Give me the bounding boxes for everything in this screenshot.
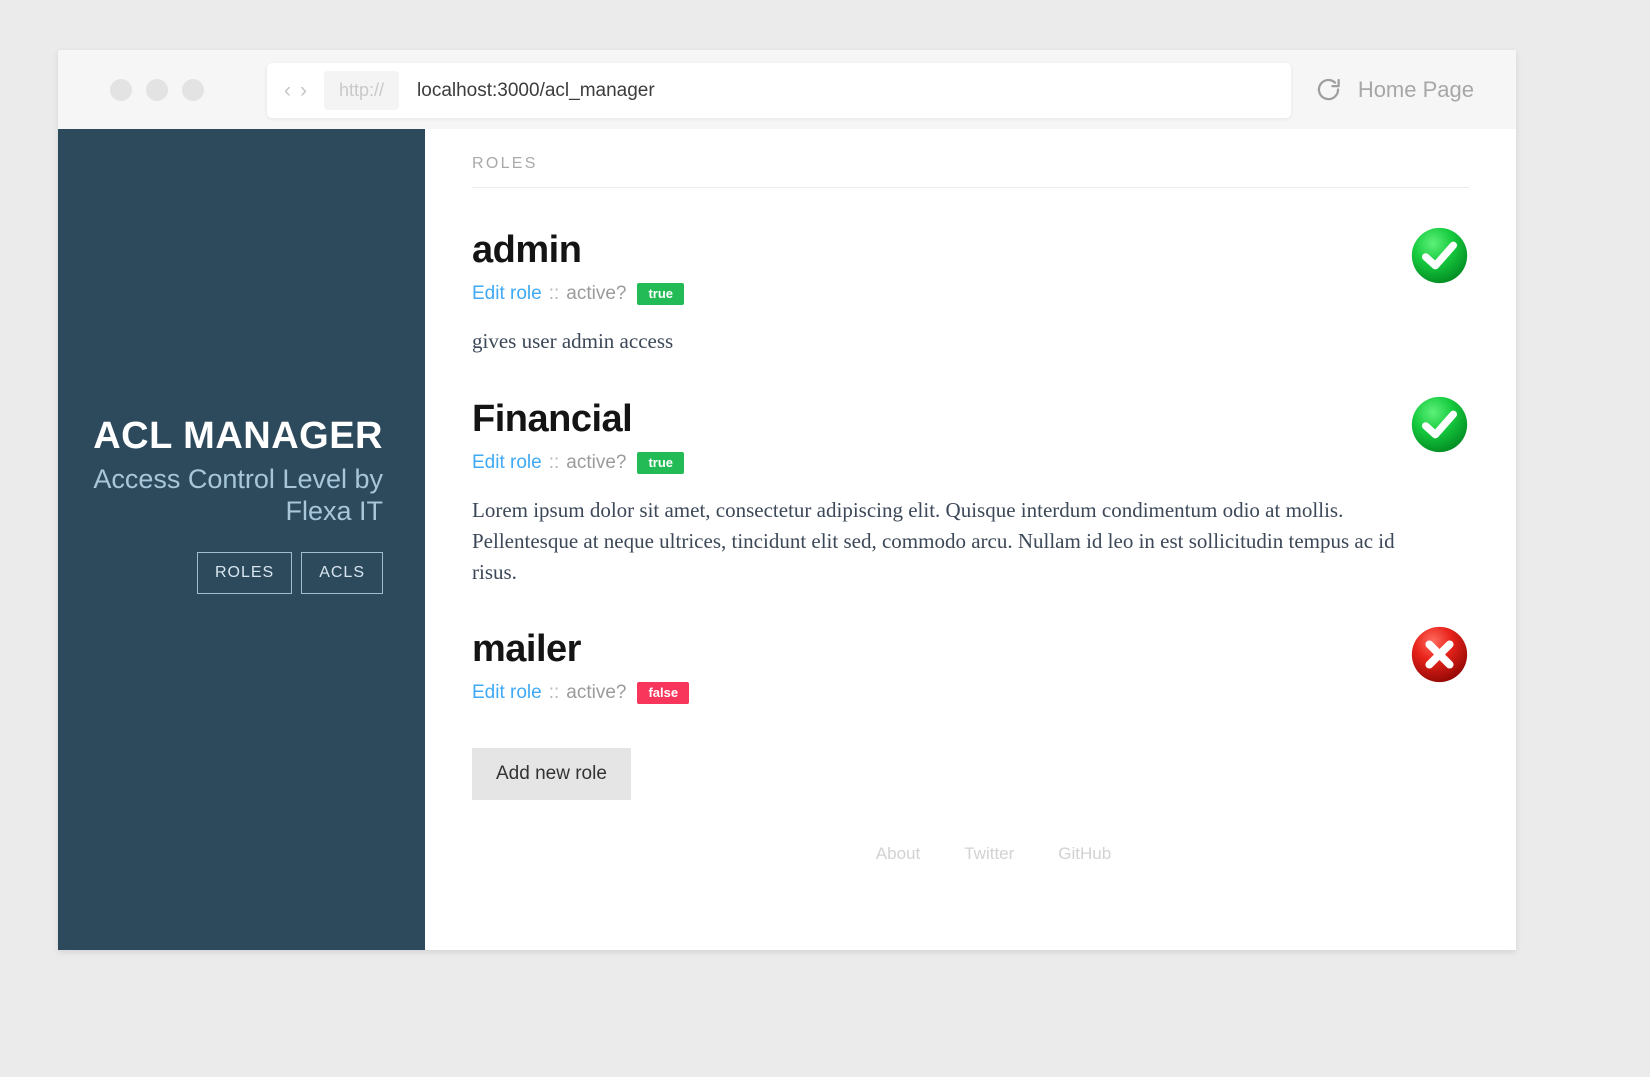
active-label: active? (566, 452, 626, 474)
sidebar-content: ACL MANAGER Access Control Level by Flex… (58, 416, 425, 594)
main-content: ROLES admin Edit role :: active? true gi… (425, 129, 1516, 950)
role-name: mailer (472, 628, 1469, 671)
active-label: active? (566, 283, 626, 305)
page-body: ACL MANAGER Access Control Level by Flex… (58, 129, 1516, 950)
sidebar-tagline: Access Control Level by Flexa IT (58, 464, 383, 528)
role-meta: Edit role :: active? true (472, 452, 1469, 474)
footer-link-twitter[interactable]: Twitter (964, 844, 1014, 864)
role-name: Financial (472, 398, 1469, 441)
status-badge: true (637, 452, 684, 474)
edit-role-link[interactable]: Edit role (472, 283, 542, 305)
page-title: ACL MANAGER (58, 416, 383, 458)
window-controls (110, 79, 204, 101)
role-meta: Edit role :: active? true (472, 283, 1469, 305)
meta-separator: :: (549, 452, 560, 474)
red-x-icon (1410, 625, 1469, 684)
role-name: admin (472, 229, 1469, 272)
footer: About Twitter GitHub (472, 844, 1469, 864)
green-check-icon (1410, 395, 1469, 454)
footer-link-github[interactable]: GitHub (1058, 844, 1111, 864)
status-badge: true (637, 283, 684, 305)
url-text[interactable]: localhost:3000/acl_manager (417, 80, 655, 102)
active-label: active? (566, 682, 626, 704)
edit-role-link[interactable]: Edit role (472, 452, 542, 474)
sidebar-nav: ROLES ACLS (58, 552, 383, 594)
status-badge: false (637, 682, 689, 704)
browser-window: ‹ › http:// localhost:3000/acl_manager H… (58, 50, 1516, 950)
meta-separator: :: (549, 682, 560, 704)
home-area: Home Page (1315, 50, 1516, 129)
add-role-wrap: Add new role (472, 748, 1469, 800)
back-arrow-icon[interactable]: ‹ (284, 80, 291, 101)
role-card: mailer Edit role :: active? false (472, 587, 1469, 704)
home-page-link[interactable]: Home Page (1358, 77, 1474, 103)
add-new-role-button[interactable]: Add new role (472, 748, 631, 800)
protocol-chip: http:// (324, 71, 399, 110)
forward-arrow-icon[interactable]: › (300, 80, 307, 101)
section-title-roles: ROLES (472, 129, 1469, 188)
footer-link-about[interactable]: About (876, 844, 920, 864)
browser-chrome: ‹ › http:// localhost:3000/acl_manager H… (58, 50, 1516, 129)
refresh-icon[interactable] (1315, 76, 1342, 103)
edit-role-link[interactable]: Edit role (472, 682, 542, 704)
meta-separator: :: (549, 283, 560, 305)
sidebar: ACL MANAGER Access Control Level by Flex… (58, 129, 425, 950)
minimize-window-dot[interactable] (146, 79, 168, 101)
role-card: Financial Edit role :: active? true Lore… (472, 357, 1469, 588)
sidebar-item-acls[interactable]: ACLS (301, 552, 383, 594)
nav-arrows: ‹ › (284, 80, 307, 101)
role-description: gives user admin access (472, 326, 1437, 357)
role-description: Lorem ipsum dolor sit amet, consectetur … (472, 495, 1437, 588)
role-card: admin Edit role :: active? true gives us… (472, 188, 1469, 357)
sidebar-item-roles[interactable]: ROLES (197, 552, 292, 594)
green-check-icon (1410, 226, 1469, 285)
address-bar[interactable]: ‹ › http:// localhost:3000/acl_manager (267, 63, 1291, 118)
close-window-dot[interactable] (110, 79, 132, 101)
maximize-window-dot[interactable] (182, 79, 204, 101)
role-meta: Edit role :: active? false (472, 682, 1469, 704)
